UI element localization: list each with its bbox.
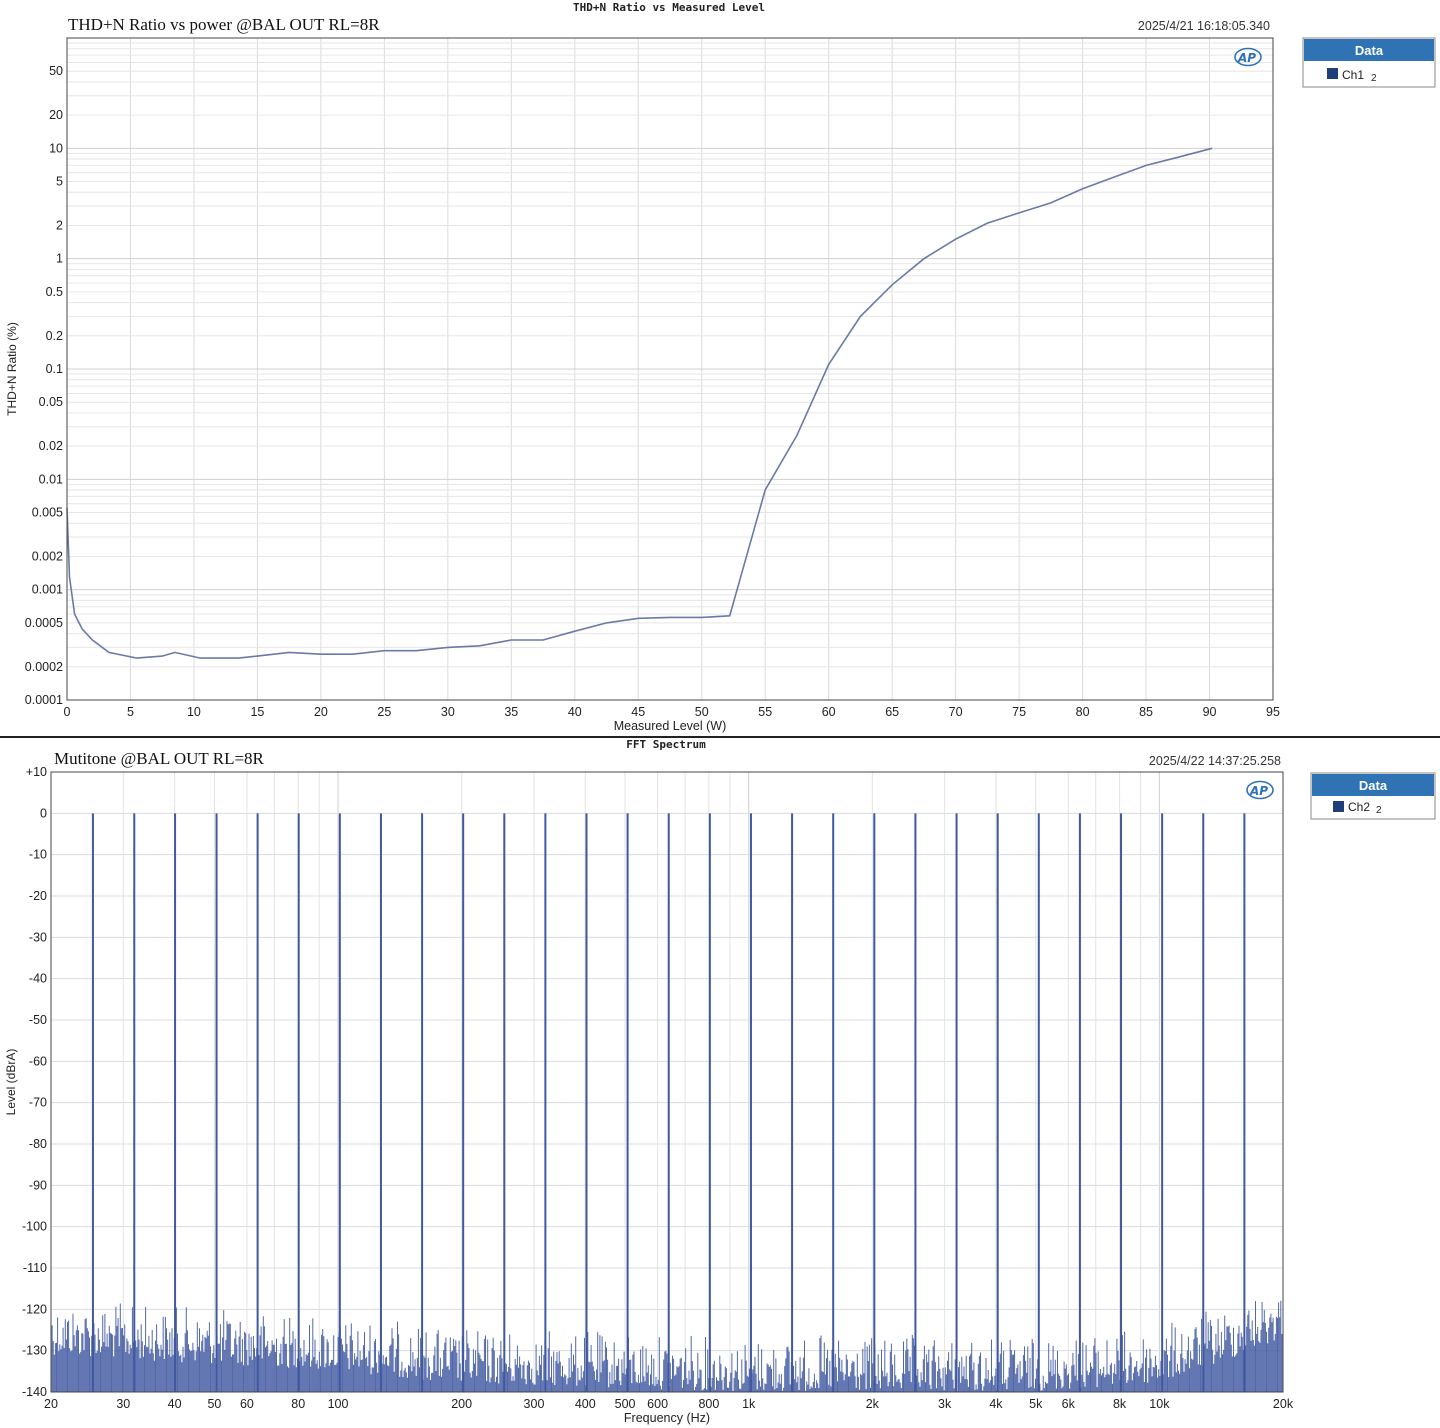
- x-tick-label: 85: [1139, 705, 1153, 719]
- x-tick-label: 0: [64, 705, 71, 719]
- x-tick-label: 60: [240, 1397, 254, 1411]
- x-tick-label: 80: [1076, 705, 1090, 719]
- legend-series-name: Ch2: [1348, 800, 1370, 814]
- y-tick-label: -110: [23, 1261, 47, 1275]
- y-tick-label: 0.1: [46, 362, 63, 376]
- x-tick-label: 30: [116, 1397, 130, 1411]
- ap-logo-text: AP: [1249, 784, 1268, 798]
- x-tick-label: 2k: [866, 1397, 880, 1411]
- x-tick-label: 40: [568, 705, 582, 719]
- x-tick-label: 35: [504, 705, 518, 719]
- x-tick-label: 4k: [989, 1397, 1003, 1411]
- x-tick-label: 5: [127, 705, 134, 719]
- x-tick-label: 40: [168, 1397, 182, 1411]
- y-tick-label: 0.05: [39, 395, 63, 409]
- x-tick-label: 20: [44, 1397, 58, 1411]
- legend-series-suffix: 2: [1376, 805, 1382, 816]
- y-tick-label: -30: [29, 930, 47, 944]
- x-tick-label: 95: [1266, 705, 1280, 719]
- x-tick-label: 600: [647, 1397, 668, 1411]
- y-tick-label: 0.01: [39, 472, 63, 486]
- y-tick-label: 0.0002: [25, 660, 63, 674]
- y-tick-label: 0.02: [39, 439, 63, 453]
- x-tick-label: 70: [949, 705, 963, 719]
- y-tick-label: -130: [22, 1344, 47, 1358]
- y-tick-label: +10: [26, 765, 47, 779]
- y-tick-label: -40: [29, 972, 47, 986]
- y-tick-label: 2: [56, 218, 63, 232]
- chart1-window-title: THD+N Ratio vs Measured Level: [573, 1, 765, 14]
- legend-header-label: Data: [1359, 778, 1388, 793]
- y-tick-label: 5: [56, 175, 63, 189]
- y-tick-label: 50: [49, 64, 63, 78]
- x-tick-label: 5k: [1029, 1397, 1043, 1411]
- y-tick-label: 0: [40, 806, 47, 820]
- y-tick-label: 0.001: [32, 583, 63, 597]
- y-tick-label: 0.2: [46, 329, 63, 343]
- legend-header-label: Data: [1355, 43, 1384, 58]
- x-tick-label: 25: [377, 705, 391, 719]
- x-tick-label: 400: [575, 1397, 596, 1411]
- x-tick-label: 60: [822, 705, 836, 719]
- thdn-chart: THD+N Ratio vs Measured Level THD+N Rati…: [0, 0, 1440, 738]
- x-tick-label: 75: [1012, 705, 1026, 719]
- x-tick-label: 20k: [1273, 1397, 1294, 1411]
- x-tick-label: 6k: [1062, 1397, 1076, 1411]
- y-tick-label: 0.0005: [25, 616, 63, 630]
- chart2-legend[interactable]: Data Ch2 2: [1310, 772, 1436, 820]
- y-tick-label: -100: [22, 1220, 47, 1234]
- x-tick-label: 15: [250, 705, 264, 719]
- chart1-y-axis-label: THD+N Ratio (%): [5, 322, 19, 416]
- chart1-title: THD+N Ratio vs power @BAL OUT RL=8R: [68, 15, 380, 34]
- y-tick-label: -80: [29, 1137, 47, 1151]
- x-tick-label: 1k: [742, 1397, 756, 1411]
- x-tick-label: 300: [524, 1397, 545, 1411]
- y-tick-label: 0.005: [32, 506, 63, 520]
- y-tick-label: -10: [29, 848, 47, 862]
- x-tick-label: 30: [441, 705, 455, 719]
- chart1-x-axis-label: Measured Level (W): [614, 719, 727, 733]
- y-tick-label: 20: [49, 108, 63, 122]
- chart2-y-axis-label: Level (dBrA): [4, 1049, 18, 1116]
- chart1-timestamp: 2025/4/21 16:18:05.340: [1138, 19, 1270, 33]
- chart2-x-axis-label: Frequency (Hz): [624, 1411, 710, 1425]
- x-tick-label: 200: [451, 1397, 472, 1411]
- y-tick-label: 10: [49, 141, 63, 155]
- legend-swatch: [1327, 68, 1338, 79]
- y-tick-label: -50: [29, 1013, 47, 1027]
- legend-series-suffix: 2: [1371, 73, 1377, 84]
- x-tick-label: 55: [758, 705, 772, 719]
- chart2-window-title: FFT Spectrum: [626, 738, 706, 751]
- x-tick-label: 45: [631, 705, 645, 719]
- x-tick-label: 3k: [938, 1397, 952, 1411]
- y-tick-label: -70: [29, 1096, 47, 1110]
- chart1-legend[interactable]: Data Ch1 2: [1302, 37, 1436, 88]
- x-tick-label: 50: [207, 1397, 221, 1411]
- x-tick-label: 10k: [1149, 1397, 1170, 1411]
- y-tick-label: 0.5: [46, 285, 63, 299]
- chart2-timestamp: 2025/4/22 14:37:25.258: [1149, 754, 1281, 768]
- x-tick-label: 20: [314, 705, 328, 719]
- x-tick-label: 800: [698, 1397, 719, 1411]
- ap-logo-text: AP: [1237, 51, 1256, 65]
- fft-chart: FFT Spectrum Mutitone @BAL OUT RL=8R 202…: [0, 738, 1440, 1428]
- x-tick-label: 65: [885, 705, 899, 719]
- legend-series-name: Ch1: [1342, 68, 1364, 82]
- x-tick-label: 500: [615, 1397, 636, 1411]
- y-tick-label: 0.002: [32, 549, 63, 563]
- x-tick-label: 50: [695, 705, 709, 719]
- x-tick-label: 10: [187, 705, 201, 719]
- legend-swatch: [1333, 801, 1344, 812]
- x-tick-label: 8k: [1113, 1397, 1127, 1411]
- y-tick-label: 1: [56, 252, 63, 266]
- chart2-title: Mutitone @BAL OUT RL=8R: [54, 749, 265, 768]
- x-tick-label: 90: [1203, 705, 1217, 719]
- x-tick-label: 100: [328, 1397, 349, 1411]
- y-tick-label: 0.0001: [25, 693, 63, 707]
- y-tick-label: -20: [29, 889, 47, 903]
- x-tick-label: 80: [291, 1397, 305, 1411]
- y-tick-label: -90: [29, 1178, 47, 1192]
- y-tick-label: -120: [22, 1302, 47, 1316]
- y-tick-label: -60: [29, 1054, 47, 1068]
